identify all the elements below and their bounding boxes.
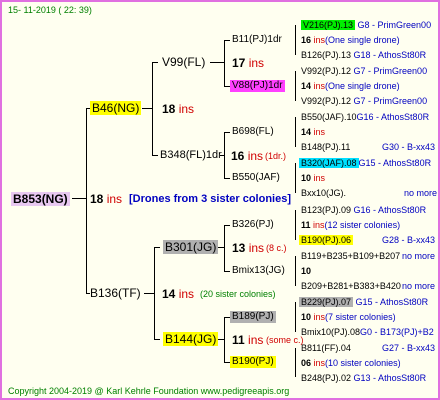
g4-row-16[interactable]: B119+B235+B109+B207	[301, 250, 400, 262]
g2-queen-2[interactable]: B348(FL)1dr	[160, 148, 222, 162]
connector	[224, 317, 225, 362]
connector	[224, 271, 230, 272]
g4-row-14: 11 ins(12 sister colonies)	[301, 220, 401, 230]
connector	[72, 198, 86, 199]
g4-row-23: 06 ins(10 sister colonies)	[301, 358, 401, 368]
g4-info-18: no more	[402, 281, 436, 291]
connector	[152, 155, 158, 156]
g2-ins-3: 13 ins	[232, 241, 265, 255]
g4-row-19[interactable]: B229(PJ).07 G15 - AthosSt80R	[299, 296, 428, 308]
connector	[224, 225, 225, 271]
g4-info-9: G30 - B-xx43	[382, 142, 436, 152]
g3-queen-2[interactable]: V88(PJ)1dr	[230, 80, 285, 92]
g4-row-24[interactable]: B248(PJ).02 G13 - AthosSt80R	[301, 372, 426, 384]
root-queen[interactable]: B853(NG)	[11, 192, 70, 206]
connector	[224, 225, 230, 226]
connector	[152, 62, 153, 155]
connector	[295, 256, 296, 286]
g4-row-3[interactable]: B126(PJ).13 G18 - AthosSt80R	[301, 49, 426, 61]
g2-queen-4[interactable]: B144(JG)	[163, 332, 219, 346]
connector	[154, 247, 160, 248]
g3-queen-3[interactable]: B698(FL)	[232, 126, 274, 138]
g4-row-4[interactable]: V992(PJ).12 G7 - PrimGreen00	[301, 65, 427, 77]
g2-queen-1[interactable]: V99(FL)	[162, 55, 205, 69]
g4-row-20: 10 ins(7 sister colonies)	[301, 312, 396, 322]
connector	[295, 302, 296, 332]
connector	[224, 132, 225, 178]
g4-row-9[interactable]: B148(PJ).11	[301, 141, 350, 153]
g2-ins-1: 17 ins	[232, 56, 265, 70]
g4-row-5: 14 ins(One single drone)	[301, 81, 400, 91]
g4-row-21[interactable]: Bmix10(PJ).08G0 - B173(PJ)+B2	[301, 326, 434, 338]
connector	[295, 163, 296, 193]
connector	[224, 178, 230, 179]
g4-row-7[interactable]: B550(JAF).10G16 - AthosSt80R	[301, 111, 429, 123]
g2-note-3: (8 c.)	[266, 243, 287, 253]
connector	[295, 210, 296, 240]
connector	[142, 108, 152, 109]
connector	[295, 348, 296, 377]
connector	[224, 40, 225, 86]
connector	[144, 293, 154, 294]
g4-row-12[interactable]: Bxx10(JG).	[301, 187, 346, 199]
g1-ins-1: 18 ins	[162, 102, 195, 116]
g3-queen-5[interactable]: B326(PJ)	[232, 219, 274, 231]
connector	[152, 62, 158, 63]
g4-row-13[interactable]: B123(PJ).09 G16 - AthosSt80R	[301, 204, 426, 216]
connector	[295, 71, 296, 101]
g3-queen-1[interactable]: B11(PJ)1dr	[232, 34, 282, 46]
connector	[224, 132, 230, 133]
g2-ins-4: 11 ins	[232, 333, 264, 347]
g4-row-8: 14 ins	[301, 127, 326, 137]
g4-info-16: no more	[402, 251, 436, 261]
g4-row-6[interactable]: V992(PJ).12 G7 - PrimGreen00	[301, 95, 427, 107]
g4-row-22[interactable]: B811(FF).04	[301, 342, 351, 354]
connector	[295, 25, 296, 55]
g3-queen-4[interactable]: B550(JAF)	[232, 172, 280, 184]
connector	[210, 62, 224, 63]
g1-queen-1[interactable]: B46(NG)	[90, 101, 142, 115]
g4-row-2: 16 ins(One single drone)	[301, 35, 400, 45]
g4-row-17: 10	[301, 266, 312, 276]
g2-queen-3[interactable]: B301(JG)	[163, 240, 219, 254]
g4-row-1[interactable]: V216(PJ).13 G8 - PrimGreen00	[301, 19, 431, 31]
footer-copyright: Copyright 2004-2019 @ Karl Kehrle Founda…	[8, 386, 290, 396]
g4-info-15: G28 - B-xx43	[382, 235, 436, 245]
g4-row-18[interactable]: B209+B281+B383+B420	[301, 280, 401, 292]
g4-row-10[interactable]: B320(JAF).08 G15 - AthosSt80R	[299, 157, 431, 169]
root-ins-count: 18 ins	[90, 192, 123, 206]
g2-ins-2: 16 ins	[231, 149, 264, 163]
g4-row-11: 10 ins	[301, 173, 326, 183]
g3-queen-8[interactable]: B190(PJ)	[230, 356, 276, 368]
root-note: [Drones from 3 sister colonies]	[129, 193, 291, 205]
g4-info-12: no more	[404, 188, 438, 198]
g4-info-22: G27 - B-xx43	[382, 343, 436, 353]
connector	[224, 40, 230, 41]
g3-queen-7[interactable]: B189(PJ)	[230, 311, 276, 323]
connector	[86, 108, 87, 293]
connector	[154, 339, 160, 340]
g3-queen-6[interactable]: Bmix13(JG)	[232, 265, 285, 277]
connector	[154, 247, 155, 339]
date-stamp: 15- 11-2019 ( 22: 39)	[8, 5, 92, 15]
g2-note-4: (some c.)	[266, 335, 304, 345]
g1-ins-2: 14 ins	[162, 287, 195, 301]
g1-note-2: (20 sister colonies)	[200, 289, 276, 299]
g2-note-2: (1dr.)	[265, 151, 287, 161]
connector	[295, 117, 296, 147]
g1-queen-2[interactable]: B136(TF)	[90, 286, 141, 300]
pedigree-frame: 15- 11-2019 ( 22: 39) B853(NG) 18 ins [D…	[0, 0, 440, 400]
g4-row-15[interactable]: B190(PJ).06	[299, 234, 354, 246]
